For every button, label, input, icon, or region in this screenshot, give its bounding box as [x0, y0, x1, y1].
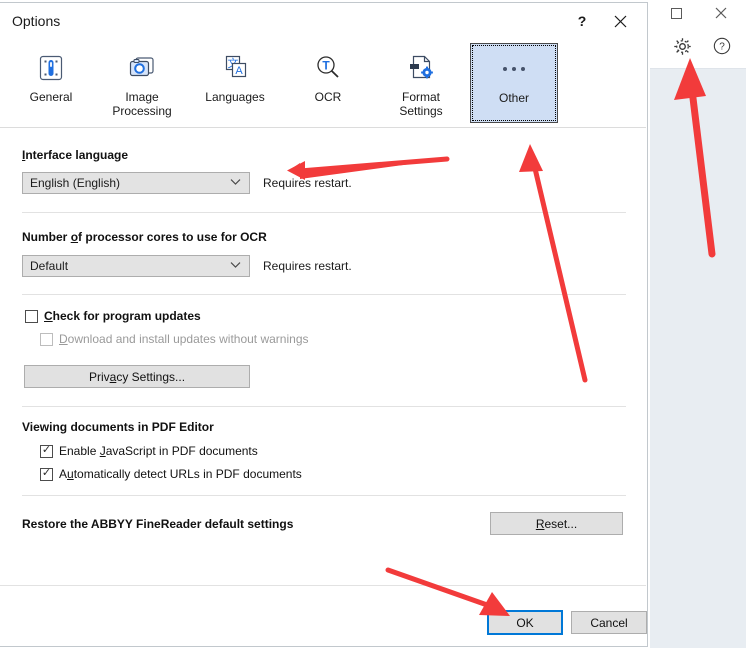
- tab-other[interactable]: Other: [470, 43, 558, 123]
- interface-language-combo[interactable]: English (English): [22, 172, 250, 194]
- tab-general[interactable]: General: [8, 43, 94, 123]
- download-install-checkbox: [40, 333, 53, 346]
- svg-text:?: ?: [719, 42, 725, 53]
- check-updates-label: Check for program updates: [44, 309, 201, 323]
- detect-urls-label: Automatically detect URLs in PDF documen…: [59, 467, 302, 481]
- tab-format-settings[interactable]: Format Settings: [378, 43, 464, 123]
- divider-3: [22, 406, 626, 407]
- interface-language-hint: Requires restart.: [263, 176, 352, 190]
- gear-icon[interactable]: [668, 32, 696, 60]
- options-tab-strip: General Image Processing 文 A: [0, 39, 646, 128]
- divider-4: [22, 495, 626, 496]
- processor-cores-value: Default: [30, 259, 68, 273]
- dialog-close-icon[interactable]: [607, 9, 633, 33]
- chevron-down-icon: [230, 177, 241, 189]
- dialog-footer: OK Cancel: [0, 585, 646, 646]
- tab-format-settings-label: Format Settings: [399, 90, 442, 118]
- check-glyph: ✓: [42, 445, 51, 456]
- cancel-button[interactable]: Cancel: [571, 611, 647, 634]
- download-install-label: Download and install updates without war…: [59, 332, 309, 346]
- background-app-toolbar-divider: [650, 68, 746, 69]
- pdf-viewing-heading: Viewing documents in PDF Editor: [22, 420, 214, 434]
- reset-button[interactable]: Reset...: [490, 512, 623, 535]
- options-content-other: Interface language English (English) Req…: [0, 128, 646, 583]
- tab-image-processing[interactable]: Image Processing: [99, 43, 185, 123]
- check-glyph: ✓: [42, 468, 51, 479]
- privacy-settings-label: Privacy Settings...: [89, 370, 185, 384]
- dialog-title: Options: [12, 13, 60, 29]
- dialog-help-icon[interactable]: ?: [569, 9, 595, 33]
- processor-cores-combo[interactable]: Default: [22, 255, 250, 277]
- detect-urls-checkbox[interactable]: ✓: [40, 468, 53, 481]
- options-dialog: Options ? General: [0, 2, 648, 647]
- translate-icon: 文 A: [218, 51, 252, 85]
- processor-cores-heading: Number of processor cores to use for OCR: [22, 230, 267, 244]
- toggle-switch-icon: [34, 51, 68, 85]
- background-app-window: [650, 0, 746, 648]
- ok-button[interactable]: OK: [487, 610, 563, 635]
- tab-ocr[interactable]: T OCR: [285, 43, 371, 123]
- interface-language-value: English (English): [30, 176, 120, 190]
- tab-languages-label: Languages: [205, 90, 264, 104]
- svg-text:T: T: [322, 59, 330, 73]
- ok-label: OK: [516, 616, 533, 630]
- divider-2: [22, 294, 626, 295]
- check-updates-row[interactable]: Check for program updates: [25, 309, 201, 323]
- enable-javascript-checkbox[interactable]: ✓: [40, 445, 53, 458]
- enable-javascript-label: Enable JavaScript in PDF documents: [59, 444, 258, 458]
- divider-1: [22, 212, 626, 213]
- interface-language-heading: Interface language: [22, 148, 128, 162]
- restore-defaults-heading: Restore the ABBYY FineReader default set…: [22, 517, 293, 531]
- tab-languages[interactable]: 文 A Languages: [192, 43, 278, 123]
- privacy-settings-button[interactable]: Privacy Settings...: [24, 365, 250, 388]
- dialog-titlebar: Options ?: [0, 3, 647, 39]
- enable-javascript-row[interactable]: ✓ Enable JavaScript in PDF documents: [40, 444, 258, 458]
- reset-label: Reset...: [536, 517, 577, 531]
- cancel-label: Cancel: [590, 616, 627, 630]
- download-install-row: Download and install updates without war…: [40, 332, 309, 346]
- processor-cores-hint: Requires restart.: [263, 259, 352, 273]
- document-gear-icon: [404, 51, 438, 85]
- tab-general-label: General: [30, 90, 73, 104]
- svg-text:A: A: [235, 65, 243, 77]
- check-updates-checkbox[interactable]: [25, 310, 38, 323]
- help-circle-icon[interactable]: ?: [708, 32, 736, 60]
- magnifier-text-icon: T: [311, 51, 345, 85]
- detect-urls-row[interactable]: ✓ Automatically detect URLs in PDF docum…: [40, 467, 302, 481]
- camera-icon: [125, 51, 159, 85]
- maximize-icon[interactable]: [661, 2, 691, 24]
- close-icon[interactable]: [706, 2, 736, 24]
- tab-image-processing-label: Image Processing: [112, 90, 171, 118]
- ellipsis-icon: [497, 52, 531, 86]
- chevron-down-icon: [230, 260, 241, 272]
- tab-other-label: Other: [499, 91, 529, 105]
- tab-ocr-label: OCR: [315, 90, 342, 104]
